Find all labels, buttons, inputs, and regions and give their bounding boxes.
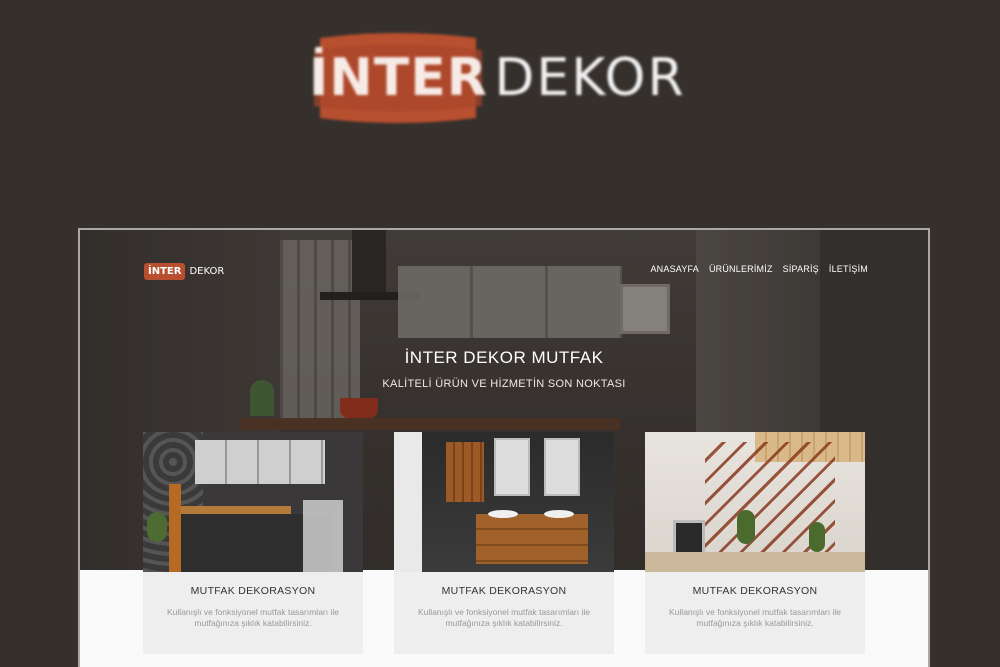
main-nav: ANASAYFA ÜRÜNLERİMİZ SİPARİŞ İLETİŞİM [650,264,868,274]
bathroom-photo [394,432,614,572]
nav-item-anasayfa[interactable]: ANASAYFA [650,264,698,274]
nav-item-iletisim[interactable]: İLETİŞİM [829,264,868,274]
card-title: MUTFAK DEKORASYON [692,585,818,597]
service-card[interactable]: MUTFAK DEKORASYON Kullanışlı ve fonksiyo… [645,432,865,654]
card-description: Kullanışlı ve fonksiyonel mutfak tasarım… [167,607,339,628]
nav-item-siparis[interactable]: SİPARİŞ [783,264,819,274]
nav-item-urunlerimiz[interactable]: ÜRÜNLERİMİZ [709,264,773,274]
card-title: MUTFAK DEKORASYON [190,585,316,597]
site-logo-part2: DEKOR [189,265,225,277]
banner-logo-part1: İNTER [308,47,488,108]
card-title: MUTFAK DEKORASYON [441,585,567,597]
kitchen-photo [143,432,363,572]
hero-subtitle: KALİTELİ ÜRÜN VE HİZMETİN SON NOKTASI [382,378,626,390]
service-card[interactable]: MUTFAK DEKORASYON Kullanışlı ve fonksiyo… [394,432,614,654]
hero-title: İNTER DEKOR MUTFAK [404,348,604,367]
website-preview: İNTER DEKOR ANASAYFA ÜRÜNLERİMİZ SİPARİŞ… [78,228,930,667]
banner-logo-part2: DEKOR [494,47,686,108]
card-description: Kullanışlı ve fonksiyonel mutfak tasarım… [669,607,841,628]
service-card[interactable]: MUTFAK DEKORASYON Kullanışlı ve fonksiyo… [143,432,363,654]
site-logo-part1: İNTER [144,262,186,280]
staircase-photo [645,432,865,572]
logo-ribbon: İNTER [309,30,487,126]
site-logo[interactable]: İNTER DEKOR [144,260,224,282]
banner-logo: İNTER DEKOR [0,20,1000,135]
card-description: Kullanışlı ve fonksiyonel mutfak tasarım… [418,607,590,628]
